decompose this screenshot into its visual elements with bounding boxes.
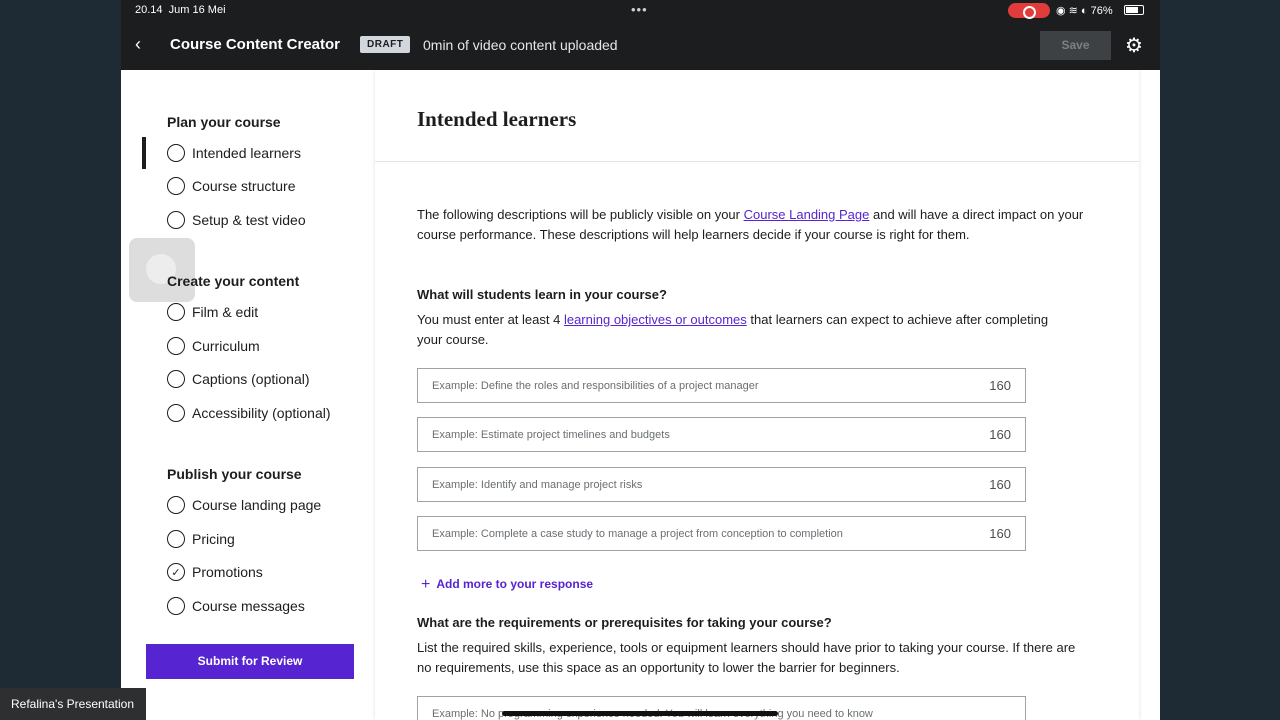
main-panel: Intended learners The following descript… [375, 70, 1139, 720]
add-more-label: Add more to your response [436, 577, 594, 591]
radio-icon [167, 530, 185, 548]
objectives-heading: What will students learn in your course? [417, 287, 667, 302]
radio-icon [167, 211, 185, 229]
active-indicator [142, 137, 146, 169]
sidebar-item-label: Intended learners [192, 145, 301, 161]
add-more-button[interactable]: + Add more to your response [421, 575, 593, 593]
app-frame: 20.14 Jum 16 Mei ••• ◉ ≋ ◐ 76% ‹ Course … [121, 0, 1160, 720]
sidebar-item-pricing[interactable]: Pricing [167, 528, 235, 550]
sidebar: Plan your course Intended learners Cours… [121, 70, 375, 720]
objective-input-4[interactable]: 160 [417, 516, 1026, 551]
sidebar-item-setup-test-video[interactable]: Setup & test video [167, 209, 306, 231]
status-time: 20.14 Jum 16 Mei [135, 4, 226, 16]
submit-for-review-button[interactable]: Submit for Review [146, 644, 354, 679]
sidebar-item-label: Captions (optional) [192, 371, 310, 387]
char-counter: 160 [989, 526, 1011, 541]
sidebar-item-film-edit[interactable]: Film & edit [167, 301, 258, 323]
radio-icon [167, 144, 185, 162]
objectives-description: You must enter at least 4 learning objec… [417, 312, 1049, 347]
radio-icon [167, 177, 185, 195]
section-create-title: Create your content [167, 273, 300, 289]
sidebar-item-label: Course structure [192, 178, 296, 194]
assistive-touch-button[interactable] [129, 238, 195, 302]
sidebar-item-course-messages[interactable]: Course messages [167, 595, 305, 617]
multitask-dots-icon[interactable]: ••• [631, 2, 648, 17]
save-button[interactable]: Save [1040, 31, 1111, 60]
objective-text-field[interactable] [418, 418, 978, 451]
radio-icon [167, 303, 185, 321]
objective-text-field[interactable] [418, 517, 978, 550]
course-landing-page-link[interactable]: Course Landing Page [744, 207, 870, 222]
objective-text-field[interactable] [418, 369, 978, 402]
sidebar-item-label: Course messages [192, 598, 305, 614]
status-indicators: ◉ ≋ ◐ 76% [1056, 5, 1113, 17]
gear-icon[interactable]: ⚙ [1125, 33, 1143, 58]
requirements-heading: What are the requirements or prerequisit… [417, 615, 832, 630]
sidebar-item-promotions[interactable]: ✓ Promotions [167, 561, 263, 583]
sidebar-item-label: Setup & test video [192, 212, 306, 228]
sidebar-item-captions[interactable]: Captions (optional) [167, 368, 310, 390]
learning-objectives-link[interactable]: learning objectives or outcomes [564, 312, 747, 327]
radio-icon [167, 404, 185, 422]
intro-text: The following descriptions will be publi… [417, 207, 1084, 242]
char-counter: 160 [989, 378, 1011, 393]
radio-icon [167, 496, 185, 514]
presenter-label: Refalina's Presentation [0, 688, 146, 720]
sidebar-item-curriculum[interactable]: Curriculum [167, 335, 260, 357]
sidebar-item-course-structure[interactable]: Course structure [167, 175, 295, 197]
requirements-description: List the required skills, experience, to… [417, 640, 1076, 675]
back-chevron-icon[interactable]: ‹ [135, 34, 141, 55]
sidebar-item-label: Film & edit [192, 304, 259, 320]
objective-input-3[interactable]: 160 [417, 467, 1026, 502]
sidebar-item-label: Promotions [192, 564, 263, 580]
sidebar-item-label: Curriculum [192, 338, 260, 354]
sidebar-item-accessibility[interactable]: Accessibility (optional) [167, 402, 331, 424]
check-circle-icon: ✓ [167, 563, 185, 581]
radio-icon [167, 370, 185, 388]
sidebar-item-course-landing-page[interactable]: Course landing page [167, 494, 321, 516]
section-plan-title: Plan your course [167, 114, 281, 130]
top-bar: ‹ Course Content Creator DRAFT 0min of v… [121, 20, 1160, 70]
screen-record-icon[interactable] [1008, 3, 1050, 19]
radio-icon [167, 337, 185, 355]
sidebar-item-intended-learners[interactable]: Intended learners [167, 142, 301, 164]
section-publish-title: Publish your course [167, 466, 302, 482]
sidebar-item-label: Accessibility (optional) [192, 405, 331, 421]
char-counter: 160 [989, 427, 1011, 442]
objective-input-1[interactable]: 160 [417, 368, 1026, 403]
requirement-text-field[interactable] [418, 697, 978, 720]
home-indicator[interactable] [502, 711, 778, 716]
char-counter: 160 [989, 477, 1011, 492]
sidebar-item-label: Pricing [192, 531, 235, 547]
battery-icon [1124, 5, 1144, 15]
battery-percent: 76% [1090, 5, 1113, 17]
app-title: Course Content Creator [170, 36, 341, 53]
objective-text-field[interactable] [418, 468, 978, 501]
page-title: Intended learners [417, 107, 577, 131]
upload-status: 0min of video content uploaded [423, 37, 618, 53]
radio-icon [167, 597, 185, 615]
status-bar: 20.14 Jum 16 Mei ••• ◉ ≋ ◐ 76% [121, 0, 1160, 20]
sidebar-item-label: Course landing page [192, 497, 322, 513]
panel-header: Intended learners [375, 70, 1139, 162]
objective-input-2[interactable]: 160 [417, 417, 1026, 452]
draft-badge: DRAFT [360, 36, 411, 53]
plus-icon: + [421, 576, 431, 593]
requirement-input-1[interactable] [417, 696, 1026, 720]
